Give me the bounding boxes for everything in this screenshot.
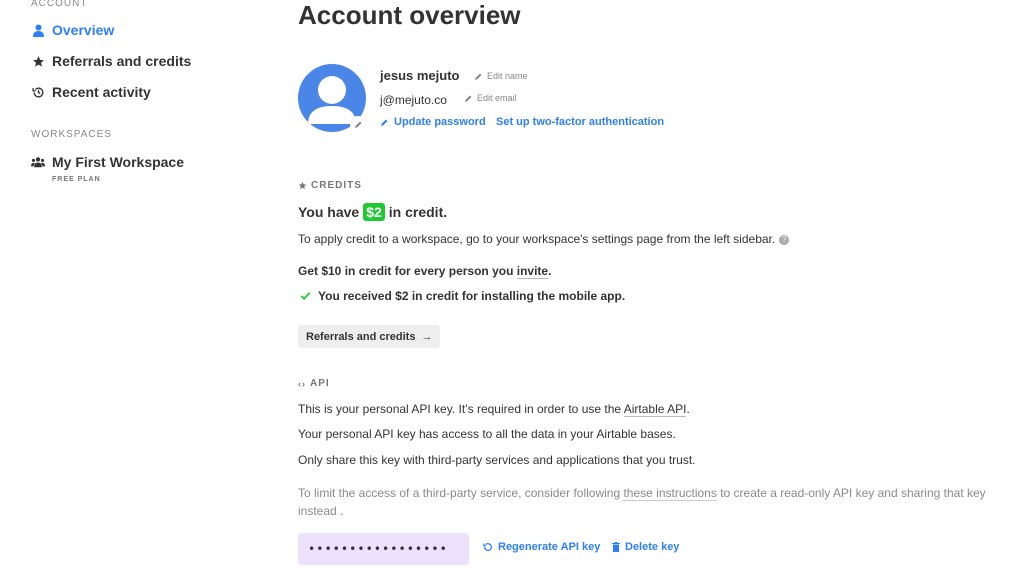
account-heading: ACCOUNT [31,0,88,9]
code-icon: ‹› [298,378,306,389]
update-password-label: Update password [394,116,486,128]
people-icon [31,155,45,169]
credit-balance: You have $2 in credit. [298,203,447,221]
person-icon [31,23,45,37]
sidebar: ACCOUNT Overview Referrals and credits R… [0,0,260,576]
refresh-icon [483,543,492,551]
regenerate-api-key-link[interactable]: Regenerate API key [483,541,600,553]
credit-suffix: in credit. [388,204,448,220]
sidebar-item-overview[interactable]: Overview [31,22,114,38]
star-icon [298,181,307,190]
invite-credit-text: Get $10 in credit for every person you i… [298,264,552,279]
workspaces-heading: WORKSPACES [31,129,112,140]
workspace-plan: FREE PLAN [52,176,101,183]
invite-link[interactable]: invite [516,264,549,279]
user-name: jesus mejuto [380,68,460,83]
api-heading: ‹› API [298,378,330,389]
instructions-link[interactable]: these instructions [623,486,717,501]
checkmark-icon [300,292,311,301]
edit-name-link[interactable]: Edit name [474,71,528,81]
page-title: Account overview [298,0,521,30]
avatar-edit-icon[interactable] [350,116,366,132]
delete-key-link[interactable]: Delete key [612,541,679,553]
api-limit-prefix: To limit the access of a third-party ser… [298,486,624,500]
two-factor-label: Set up two-factor authentication [496,116,665,128]
invite-credit-prefix: Get $10 in credit for every person you [298,264,517,278]
edit-email-link[interactable]: Edit email [464,93,517,103]
pencil-icon [381,119,388,126]
sidebar-item-label: Recent activity [52,84,151,100]
sidebar-item-referrals[interactable]: Referrals and credits [31,53,191,69]
regenerate-label: Regenerate API key [498,541,601,553]
api-line1-suffix: . [686,402,690,416]
api-key-field[interactable]: ••••••••••••••••• [298,533,469,565]
credits-heading: CREDITS [298,180,362,191]
referrals-credits-button-label: Referrals and credits [306,330,416,343]
edit-email-label: Edit email [477,93,517,103]
pencil-icon [465,95,472,102]
sidebar-item-recent-activity[interactable]: Recent activity [31,84,151,100]
help-icon[interactable]: ? [779,234,790,245]
sidebar-item-label: Referrals and credits [52,53,192,69]
edit-name-label: Edit name [487,71,528,81]
sidebar-item-workspace[interactable]: My First Workspace [31,154,184,170]
apply-credit-label: To apply credit to a workspace, go to yo… [298,232,776,246]
referrals-credits-button[interactable]: Referrals and credits → [298,325,441,348]
api-text-line3: Only share this key with third-party ser… [298,453,696,467]
sidebar-item-label: Overview [52,22,115,38]
pencil-icon [475,73,482,80]
user-email: j@mejuto.co [380,93,447,107]
mobile-credit-text: You received $2 in credit for installing… [318,289,626,303]
airtable-api-link[interactable]: Airtable API [623,402,687,417]
api-text-line1: This is your personal API key. It’s requ… [298,402,690,417]
api-heading-label: API [310,378,330,389]
two-factor-link[interactable]: Set up two-factor authentication [496,116,664,128]
credit-prefix: You have [298,204,360,220]
delete-key-label: Delete key [625,541,680,553]
history-icon [31,85,45,99]
sidebar-item-label: My First Workspace [52,154,185,170]
apply-credit-text: To apply credit to a workspace, go to yo… [298,232,790,246]
api-text-line2: Your personal API key has access to all … [298,427,676,441]
star-icon [31,54,45,68]
trash-icon [612,542,620,552]
invite-credit-suffix: . [548,264,552,278]
credits-heading-label: CREDITS [311,180,362,191]
arrow-right-icon: → [421,330,433,343]
api-limit-text: To limit the access of a third-party ser… [298,484,1008,520]
credit-amount-badge: $2 [363,203,385,221]
update-password-link[interactable]: Update password [380,116,486,128]
api-line1-prefix: This is your personal API key. It’s requ… [298,402,624,416]
